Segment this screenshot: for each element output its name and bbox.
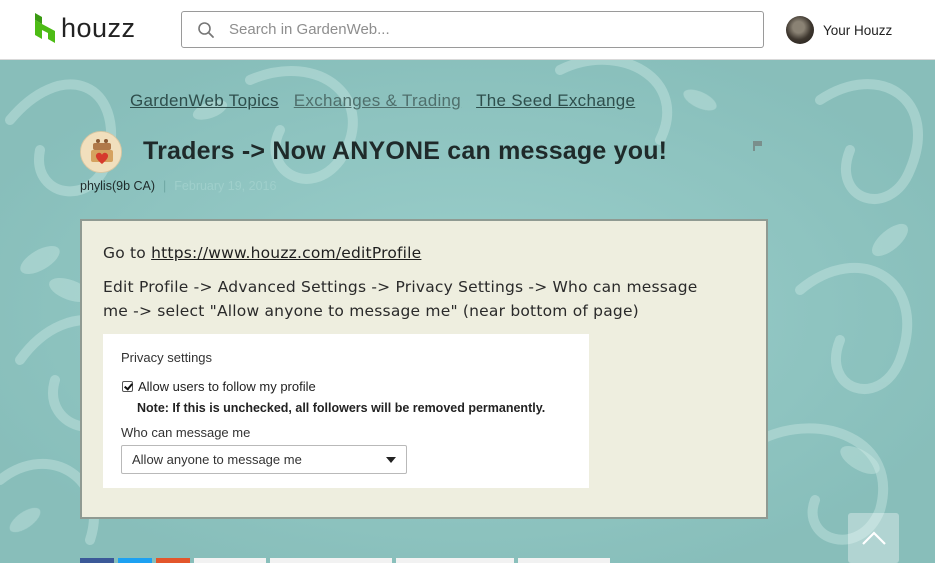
author-avatar-image bbox=[81, 132, 121, 172]
your-houzz-label[interactable]: Your Houzz bbox=[823, 23, 892, 38]
breadcrumb-seed-exchange[interactable]: The Seed Exchange bbox=[476, 91, 635, 111]
user-avatar[interactable] bbox=[786, 16, 814, 44]
edit-profile-link[interactable]: https://www.houzz.com/editProfile bbox=[151, 244, 421, 262]
message-permission-value: Allow anyone to message me bbox=[132, 452, 302, 467]
search-icon bbox=[198, 21, 214, 38]
scroll-to-top-button[interactable] bbox=[848, 513, 899, 563]
share-buttons bbox=[80, 558, 610, 563]
author-name[interactable]: phylis(9b CA) bbox=[80, 179, 155, 193]
reddit-share-button[interactable] bbox=[156, 558, 190, 563]
post-body: Go to https://www.houzz.com/editProfile … bbox=[80, 219, 768, 519]
twitter-share-button[interactable] bbox=[118, 558, 152, 563]
followers-note: Note: If this is unchecked, all follower… bbox=[137, 401, 546, 415]
flag-icon[interactable] bbox=[753, 141, 763, 151]
post-line-goto: Go to https://www.houzz.com/editProfile bbox=[103, 241, 421, 265]
share-action-3[interactable] bbox=[396, 558, 514, 563]
page-title: Traders -> Now ANYONE can message you! bbox=[143, 137, 668, 165]
message-permission-select: Allow anyone to message me bbox=[121, 445, 407, 474]
share-action-1[interactable] bbox=[194, 558, 266, 563]
breadcrumb: GardenWeb Topics Exchanges & Trading The… bbox=[130, 91, 635, 111]
follow-checkbox-label: Allow users to follow my profile bbox=[138, 379, 316, 394]
post-meta: phylis(9b CA) | February 19, 2016 bbox=[80, 179, 276, 193]
search-box[interactable] bbox=[181, 11, 764, 48]
post-line-steps-cont: me -> select "Allow anyone to message me… bbox=[103, 302, 639, 320]
breadcrumb-gardenweb-topics[interactable]: GardenWeb Topics bbox=[130, 91, 279, 111]
houzz-logo[interactable]: houzz bbox=[35, 12, 136, 44]
chevron-down-icon bbox=[386, 456, 396, 463]
privacy-settings-image: Privacy settings Allow users to follow m… bbox=[103, 334, 589, 488]
who-can-message-label: Who can message me bbox=[121, 425, 251, 440]
share-action-2[interactable] bbox=[270, 558, 392, 563]
logo-wordmark: houzz bbox=[61, 12, 136, 43]
privacy-settings-title: Privacy settings bbox=[121, 350, 213, 365]
facebook-share-button[interactable] bbox=[80, 558, 114, 563]
post-line-steps: Edit Profile -> Advanced Settings -> Pri… bbox=[103, 278, 698, 296]
follow-checkbox-row: Allow users to follow my profile bbox=[122, 379, 316, 394]
author-avatar[interactable] bbox=[80, 131, 122, 173]
top-navigation-bar: houzz Your Houzz bbox=[0, 0, 935, 60]
houzz-logo-icon bbox=[35, 13, 55, 43]
breadcrumb-exchanges-trading[interactable]: Exchanges & Trading bbox=[294, 91, 461, 111]
post-date: February 19, 2016 bbox=[174, 179, 277, 193]
goto-text: Go to bbox=[103, 244, 152, 262]
chevron-up-icon bbox=[861, 531, 886, 545]
search-input[interactable] bbox=[229, 14, 763, 45]
meta-separator: | bbox=[163, 179, 167, 193]
your-houzz-menu[interactable]: Your Houzz bbox=[786, 15, 892, 45]
follow-checkbox bbox=[122, 381, 133, 392]
share-action-4[interactable] bbox=[518, 558, 610, 563]
